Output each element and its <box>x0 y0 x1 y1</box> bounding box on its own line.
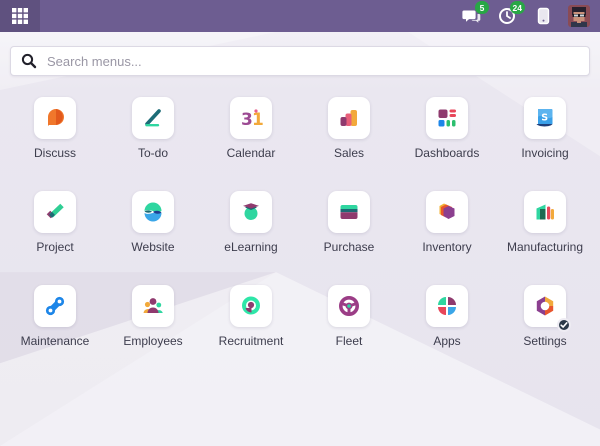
app-label: Website <box>131 240 174 254</box>
settings-check-badge <box>557 318 571 332</box>
dashboards-icon <box>434 105 460 131</box>
purchase-icon <box>336 199 362 225</box>
app-label: Calendar <box>227 146 276 160</box>
app-settings[interactable]: Settings <box>496 285 594 379</box>
app-recruitment[interactable]: Recruitment <box>202 285 300 379</box>
app-label: Manufacturing <box>507 240 583 254</box>
website-icon <box>140 199 166 225</box>
check-icon <box>560 321 568 329</box>
app-maintenance[interactable]: Maintenance <box>6 285 104 379</box>
todo-icon <box>140 105 166 131</box>
inventory-icon <box>434 199 460 225</box>
app-label: eLearning <box>224 240 277 254</box>
fleet-icon <box>336 293 362 319</box>
svg-text:S: S <box>541 113 548 124</box>
app-project[interactable]: Project <box>6 191 104 285</box>
project-icon <box>42 199 68 225</box>
search-input[interactable] <box>47 54 579 69</box>
maintenance-icon <box>42 293 68 319</box>
app-website[interactable]: Website <box>104 191 202 285</box>
activities-badge: 24 <box>510 1 525 14</box>
app-discuss[interactable]: Discuss <box>6 97 104 191</box>
calendar-icon: 3 1 <box>237 104 265 132</box>
recruitment-icon <box>238 293 264 319</box>
search-container <box>10 46 590 76</box>
app-label: Apps <box>433 334 460 348</box>
grid-icon <box>11 7 29 25</box>
app-dashboards[interactable]: Dashboards <box>398 97 496 191</box>
app-label: Settings <box>523 334 566 348</box>
discuss-icon <box>42 105 68 131</box>
app-label: Maintenance <box>21 334 90 348</box>
app-label: Recruitment <box>219 334 284 348</box>
app-label: Invoicing <box>521 146 568 160</box>
search-bar[interactable] <box>10 46 590 76</box>
app-calendar[interactable]: 3 1 Calendar <box>202 97 300 191</box>
app-label: Employees <box>123 334 182 348</box>
invoicing-icon: S <box>532 105 558 131</box>
app-label: Inventory <box>422 240 471 254</box>
app-apps[interactable]: Apps <box>398 285 496 379</box>
search-icon <box>21 53 37 69</box>
elearning-icon <box>238 199 264 225</box>
settings-icon <box>532 293 558 319</box>
app-employees[interactable]: Employees <box>104 285 202 379</box>
svg-text:1: 1 <box>252 110 264 130</box>
app-invoicing[interactable]: S Invoicing <box>496 97 594 191</box>
messages-button[interactable]: 5 <box>460 5 482 27</box>
sales-icon <box>336 105 362 131</box>
app-inventory[interactable]: Inventory <box>398 191 496 285</box>
messages-badge: 5 <box>475 1 489 14</box>
app-fleet[interactable]: Fleet <box>300 285 398 379</box>
app-label: Fleet <box>336 334 363 348</box>
manufacturing-icon <box>532 199 558 225</box>
app-label: Sales <box>334 146 364 160</box>
user-avatar[interactable] <box>568 5 590 27</box>
app-label: Discuss <box>34 146 76 160</box>
app-label: Dashboards <box>415 146 480 160</box>
app-elearning[interactable]: eLearning <box>202 191 300 285</box>
avatar-image <box>568 5 590 27</box>
apps-menu-button[interactable] <box>0 0 40 32</box>
app-grid: Discuss To-do 3 1 Calendar <box>6 86 594 379</box>
employees-icon <box>140 293 166 319</box>
app-label: Project <box>36 240 73 254</box>
app-sales[interactable]: Sales <box>300 97 398 191</box>
app-todo[interactable]: To-do <box>104 97 202 191</box>
app-label: To-do <box>138 146 168 160</box>
app-label: Purchase <box>324 240 375 254</box>
app-manufacturing[interactable]: Manufacturing <box>496 191 594 285</box>
phone-icon <box>537 7 550 25</box>
apps-icon <box>434 293 460 319</box>
phone-button[interactable] <box>532 5 554 27</box>
app-purchase[interactable]: Purchase <box>300 191 398 285</box>
activities-button[interactable]: 24 <box>496 5 518 27</box>
top-navbar: 5 24 <box>0 0 600 32</box>
